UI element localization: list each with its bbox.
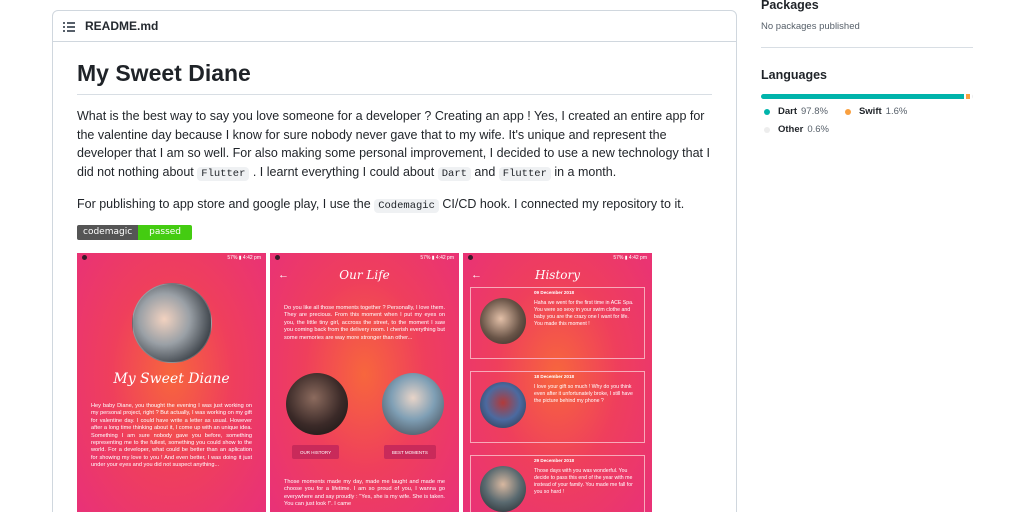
our-life-text: Do you like all those moments together ?… [284, 305, 445, 341]
code-dart: Dart [437, 166, 471, 181]
divider [761, 47, 973, 48]
home-text: Hey baby Diane, you thought the evening … [91, 403, 252, 469]
outline-list-icon[interactable] [63, 21, 75, 32]
status-dot-icon [468, 255, 473, 260]
history-photo [286, 373, 348, 435]
language-item-swift[interactable]: Swift 1.6% [842, 106, 907, 117]
language-percent: 1.6% [885, 106, 908, 117]
screenshot-history[interactable]: 57% ▮ 4:42 pm ← History 09 December 2018 … [463, 253, 652, 512]
language-segment-swift [966, 94, 970, 99]
history-photo [480, 466, 526, 512]
readme-panel: README.md My Sweet Diane What is the bes… [52, 10, 737, 512]
language-name: Dart [778, 106, 798, 117]
our-life-bottom-text: Those moments made my day, made me laugh… [284, 479, 445, 508]
packages-heading[interactable]: Packages [761, 0, 973, 12]
readme-header: README.md [53, 11, 736, 42]
readme-paragraph-1: What is the best way to say you love som… [77, 109, 710, 181]
history-card[interactable]: 09 December 2018 Haha we went for the fi… [470, 287, 645, 359]
status-dot-icon [82, 255, 87, 260]
readme-title: My Sweet Diane [77, 58, 712, 95]
language-percent: 97.8% [801, 106, 828, 117]
language-dot-icon [764, 126, 770, 133]
status-dot-icon [275, 255, 280, 260]
code-flutter-2: Flutter [498, 166, 551, 181]
badge-label: codemagic [77, 224, 139, 240]
language-dot-icon [844, 108, 851, 115]
languages-list: Dart 97.8% Swift 1.6% Other 0.6% [761, 106, 973, 142]
language-item-dart[interactable]: Dart 97.8% [761, 106, 828, 117]
history-card[interactable]: 18 December 2018 I love your gift so muc… [470, 371, 645, 443]
back-arrow-icon[interactable]: ← [278, 269, 296, 281]
couple-photo [132, 283, 212, 363]
screenshot-our-life[interactable]: 57% ▮ 4:42 pm ← Our Life Do you like all … [270, 253, 459, 512]
language-name: Other [778, 124, 804, 135]
language-dot-icon [764, 108, 770, 115]
packages-text: No packages published [761, 21, 860, 32]
languages-bar [761, 94, 973, 99]
moments-photo [382, 373, 444, 435]
language-segment-other [971, 94, 973, 99]
readme-paragraph-2: For publishing to app store and google p… [77, 197, 685, 213]
best-moments-button[interactable]: BEST MOMENTS [384, 445, 436, 459]
language-percent: 0.6% [807, 124, 829, 135]
repo-sidebar: Packages No packages published Languages… [761, 0, 973, 142]
languages-heading: Languages [761, 68, 827, 82]
screenshot-home[interactable]: 57% ▮ 4:42 pm My Sweet Diane Hey baby Di… [77, 253, 266, 512]
language-name: Swift [858, 106, 882, 117]
language-item-other[interactable]: Other 0.6% [761, 124, 829, 135]
history-photo [480, 298, 526, 344]
codemagic-build-badge[interactable]: codemagic passed [77, 224, 193, 240]
screen-title: History [534, 268, 581, 282]
code-flutter: Flutter [197, 166, 250, 181]
language-segment-dart [761, 94, 965, 99]
readme-filename: README.md [85, 19, 159, 33]
history-photo [480, 382, 526, 428]
code-codemagic: Codemagic [374, 199, 439, 213]
our-history-button[interactable]: OUR HISTORY [292, 445, 340, 459]
back-arrow-icon[interactable]: ← [471, 269, 489, 281]
app-screenshots: 57% ▮ 4:42 pm My Sweet Diane Hey baby Di… [77, 253, 652, 512]
badge-status: passed [138, 224, 193, 240]
screen-title: Our Life [339, 268, 390, 282]
app-title: My Sweet Diane [113, 371, 230, 387]
history-card[interactable]: 29 December 2018 Those days with you was… [470, 455, 645, 512]
